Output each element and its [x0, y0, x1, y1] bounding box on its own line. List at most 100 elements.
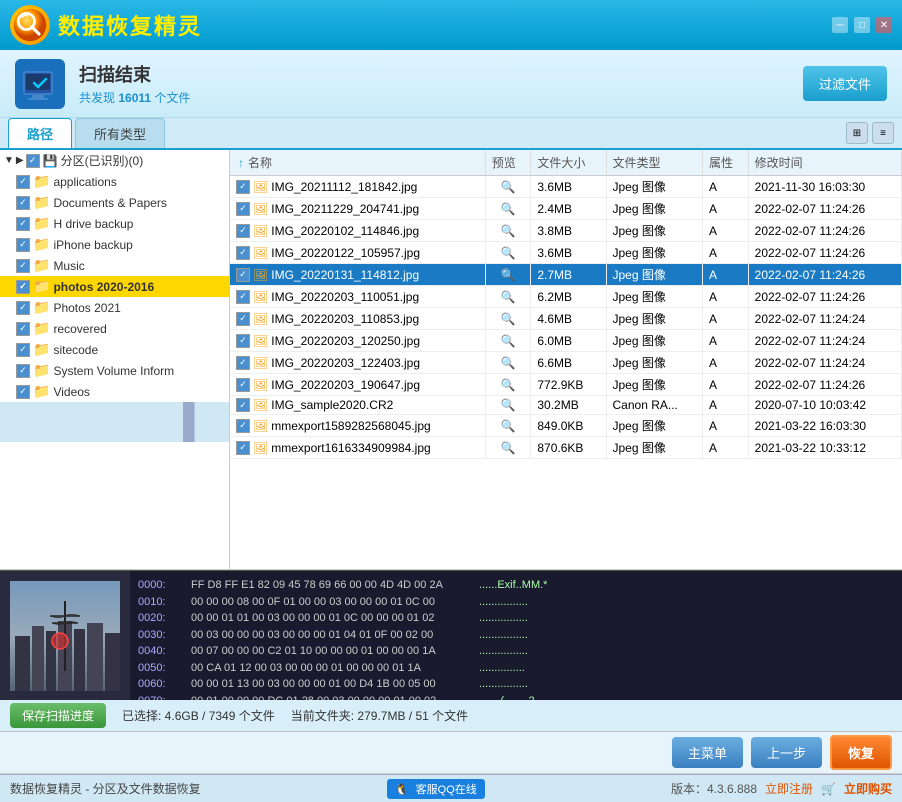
qq-support-badge[interactable]: 🐧 客服QQ在线 [387, 779, 485, 799]
hex-ascii: ............... [479, 660, 525, 677]
table-row[interactable]: 🖼 IMG_sample2020.CR2 🔍 30.2MB Canon RA..… [230, 396, 902, 415]
list-item[interactable]: 📁 System Volume Inform [0, 360, 229, 381]
preview-icon[interactable]: 🔍 [501, 334, 516, 348]
row-checkbox[interactable] [236, 268, 250, 282]
row-checkbox[interactable] [236, 419, 250, 433]
hex-preview: 0000:FF D8 FF E1 82 09 45 78 69 66 00 00… [130, 571, 902, 700]
tree-root-label: 分区(已识别)(0) [61, 152, 144, 169]
folder-icon: 📁 [33, 320, 50, 337]
file-icon: 🖼 [253, 268, 268, 282]
preview-icon[interactable]: 🔍 [501, 378, 516, 392]
file-size: 772.9KB [531, 374, 606, 396]
file-icon: 🖼 [253, 202, 268, 216]
preview-icon[interactable]: 🔍 [501, 312, 516, 326]
hex-addr: 0070: [138, 693, 183, 701]
version-label: 版本：4.3.6.888 [671, 780, 757, 797]
back-button[interactable]: 上一步 [751, 737, 822, 768]
recover-button[interactable]: 恢复 [830, 735, 892, 770]
file-size: 2.4MB [531, 198, 606, 220]
table-row[interactable]: 🖼 mmexport1616334909984.jpg 🔍 870.6KB Jp… [230, 437, 902, 459]
image-thumbnail [10, 581, 120, 691]
preview-icon[interactable]: 🔍 [501, 202, 516, 216]
list-item[interactable]: 📁 recovered [0, 318, 229, 339]
list-item[interactable]: 📁 iPhone backup [0, 234, 229, 255]
row-checkbox[interactable] [236, 441, 250, 455]
register-link[interactable]: 立即注册 [765, 780, 813, 797]
tree-root[interactable]: ▼ ▶ 💾 分区(已识别)(0) [0, 150, 229, 171]
list-item[interactable]: 📁 sitecode [0, 339, 229, 360]
scan-title: 扫描结束 [79, 61, 803, 87]
file-modified: 2022-02-07 11:24:26 [748, 242, 901, 264]
table-row[interactable]: 🖼 IMG_20220122_105957.jpg 🔍 3.6MB Jpeg 图… [230, 242, 902, 264]
filter-button[interactable]: 过滤文件 [803, 66, 887, 101]
list-view-icon[interactable]: ≡ [872, 122, 894, 144]
row-checkbox[interactable] [236, 378, 250, 392]
row-checkbox[interactable] [236, 334, 250, 348]
main-menu-button[interactable]: 主菜单 [672, 737, 743, 768]
table-row[interactable]: 🖼 IMG_20220102_114846.jpg 🔍 3.8MB Jpeg 图… [230, 220, 902, 242]
table-row[interactable]: 🖼 IMG_20220203_122403.jpg 🔍 6.6MB Jpeg 图… [230, 352, 902, 374]
file-list-container[interactable]: ↑名称 预览 文件大小 文件类型 属性 修改时间 🖼 IMG_20211112_… [230, 150, 902, 569]
preview-icon[interactable]: 🔍 [501, 356, 516, 370]
preview-icon[interactable]: 🔍 [501, 180, 516, 194]
row-checkbox[interactable] [236, 290, 250, 304]
minimize-button[interactable]: ─ [832, 17, 848, 33]
preview-icon[interactable]: 🔍 [501, 419, 516, 433]
table-row[interactable]: 🖼 IMG_20211229_204741.jpg 🔍 2.4MB Jpeg 图… [230, 198, 902, 220]
titlebar: 数据恢复精灵 ─ □ ✕ [0, 0, 902, 50]
file-size: 3.6MB [531, 242, 606, 264]
file-type: Jpeg 图像 [606, 242, 703, 264]
selected-info: 已选择: 4.6GB / 7349 个文件 [122, 707, 275, 724]
file-name: IMG_20220131_114812.jpg [271, 268, 419, 282]
file-icon: 🖼 [253, 419, 268, 433]
action-bar: 主菜单 上一步 恢复 [0, 732, 902, 774]
folder-icon: 📁 [33, 215, 50, 232]
preview-icon[interactable]: 🔍 [501, 290, 516, 304]
list-item[interactable]: 📁 applications [0, 171, 229, 192]
file-name: IMG_20211229_204741.jpg [271, 202, 419, 216]
table-row[interactable]: 🖼 IMG_20220203_120250.jpg 🔍 6.0MB Jpeg 图… [230, 330, 902, 352]
preview-icon[interactable]: 🔍 [501, 441, 516, 455]
row-checkbox[interactable] [236, 202, 250, 216]
file-size: 6.2MB [531, 286, 606, 308]
row-checkbox[interactable] [236, 312, 250, 326]
table-row[interactable]: 🖼 mmexport1589282568045.jpg 🔍 849.0KB Jp… [230, 415, 902, 437]
file-size: 2.7MB [531, 264, 606, 286]
hex-line: 0040:00 07 00 00 00 C2 01 10 00 00 00 01… [138, 643, 894, 660]
list-item[interactable]: 📁 Documents & Papers [0, 192, 229, 213]
row-checkbox[interactable] [236, 224, 250, 238]
hex-ascii: ................ [479, 594, 528, 611]
maximize-button[interactable]: □ [854, 17, 870, 33]
list-item[interactable]: 📁 Videos [0, 381, 229, 402]
hex-addr: 0010: [138, 594, 183, 611]
root-checkbox[interactable] [26, 154, 40, 168]
list-item[interactable]: 📁 photos 2020-2016 [0, 276, 229, 297]
list-item[interactable]: 📁 H drive backup [0, 213, 229, 234]
table-row[interactable]: 🖼 IMG_20220203_110853.jpg 🔍 4.6MB Jpeg 图… [230, 308, 902, 330]
row-checkbox[interactable] [236, 180, 250, 194]
row-checkbox[interactable] [236, 356, 250, 370]
close-button[interactable]: ✕ [876, 17, 892, 33]
table-row[interactable]: 🖼 IMG_20211112_181842.jpg 🔍 3.6MB Jpeg 图… [230, 176, 902, 198]
tab-all-types[interactable]: 所有类型 [75, 118, 165, 148]
row-checkbox[interactable] [236, 246, 250, 260]
table-row[interactable]: 🖼 IMG_20220131_114812.jpg 🔍 2.7MB Jpeg 图… [230, 264, 902, 286]
file-modified: 2021-03-22 16:03:30 [748, 415, 901, 437]
preview-icon[interactable]: 🔍 [501, 246, 516, 260]
window-controls: ─ □ ✕ [832, 17, 892, 33]
tab-path[interactable]: 路径 [8, 118, 72, 148]
table-row[interactable]: 🖼 IMG_20220203_110051.jpg 🔍 6.2MB Jpeg 图… [230, 286, 902, 308]
grid-view-icon[interactable]: ⊞ [846, 122, 868, 144]
table-row[interactable]: 🖼 IMG_20220203_190647.jpg 🔍 772.9KB Jpeg… [230, 374, 902, 396]
preview-icon[interactable]: 🔍 [501, 224, 516, 238]
buy-link[interactable]: 立即购买 [844, 780, 892, 797]
file-attr: A [703, 242, 749, 264]
preview-icon[interactable]: 🔍 [501, 268, 516, 282]
file-name: IMG_20220203_122403.jpg [271, 356, 420, 370]
list-item[interactable]: 📁 Photos 2021 [0, 297, 229, 318]
file-type: Jpeg 图像 [606, 220, 703, 242]
row-checkbox[interactable] [236, 398, 250, 412]
list-item[interactable]: 📁 Music [0, 255, 229, 276]
preview-icon[interactable]: 🔍 [501, 398, 516, 412]
save-scan-button[interactable]: 保存扫描进度 [10, 703, 106, 728]
